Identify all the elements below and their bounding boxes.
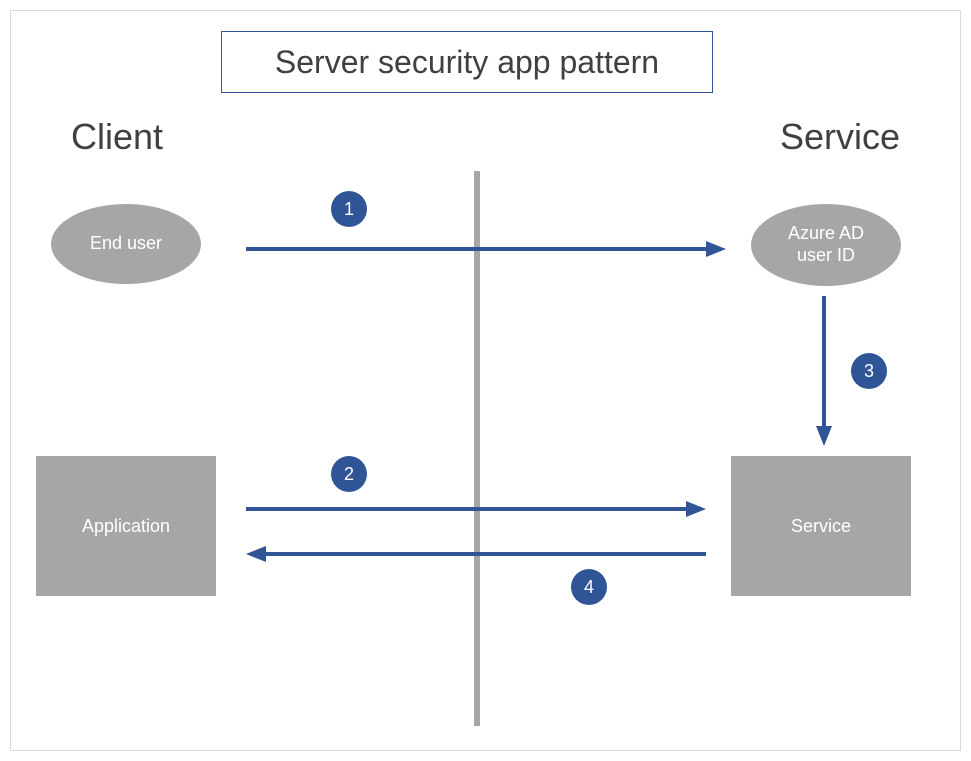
arrow-4 — [246, 544, 706, 564]
step-badge-3-label: 3 — [864, 361, 874, 382]
node-service-box: Service — [731, 456, 911, 596]
step-badge-2-label: 2 — [344, 464, 354, 485]
node-application: Application — [36, 456, 216, 596]
step-badge-1-label: 1 — [344, 199, 354, 220]
node-service-box-label: Service — [791, 516, 851, 537]
node-application-label: Application — [82, 516, 170, 537]
diagram-title-box: Server security app pattern — [221, 31, 713, 93]
step-badge-1: 1 — [331, 191, 367, 227]
node-end-user: End user — [51, 204, 201, 284]
step-badge-3: 3 — [851, 353, 887, 389]
heading-service: Service — [780, 116, 900, 158]
step-badge-4-label: 4 — [584, 577, 594, 598]
diagram-title: Server security app pattern — [275, 44, 659, 81]
arrow-2 — [246, 499, 706, 519]
node-end-user-label: End user — [90, 233, 162, 255]
arrow-3 — [814, 296, 834, 446]
node-azure-ad: Azure AD user ID — [751, 204, 901, 286]
step-badge-4: 4 — [571, 569, 607, 605]
node-azure-ad-label: Azure AD user ID — [788, 223, 864, 266]
heading-client: Client — [71, 116, 163, 158]
diagram-canvas: Server security app pattern Client Servi… — [10, 10, 961, 751]
step-badge-2: 2 — [331, 456, 367, 492]
arrow-1 — [246, 239, 726, 259]
